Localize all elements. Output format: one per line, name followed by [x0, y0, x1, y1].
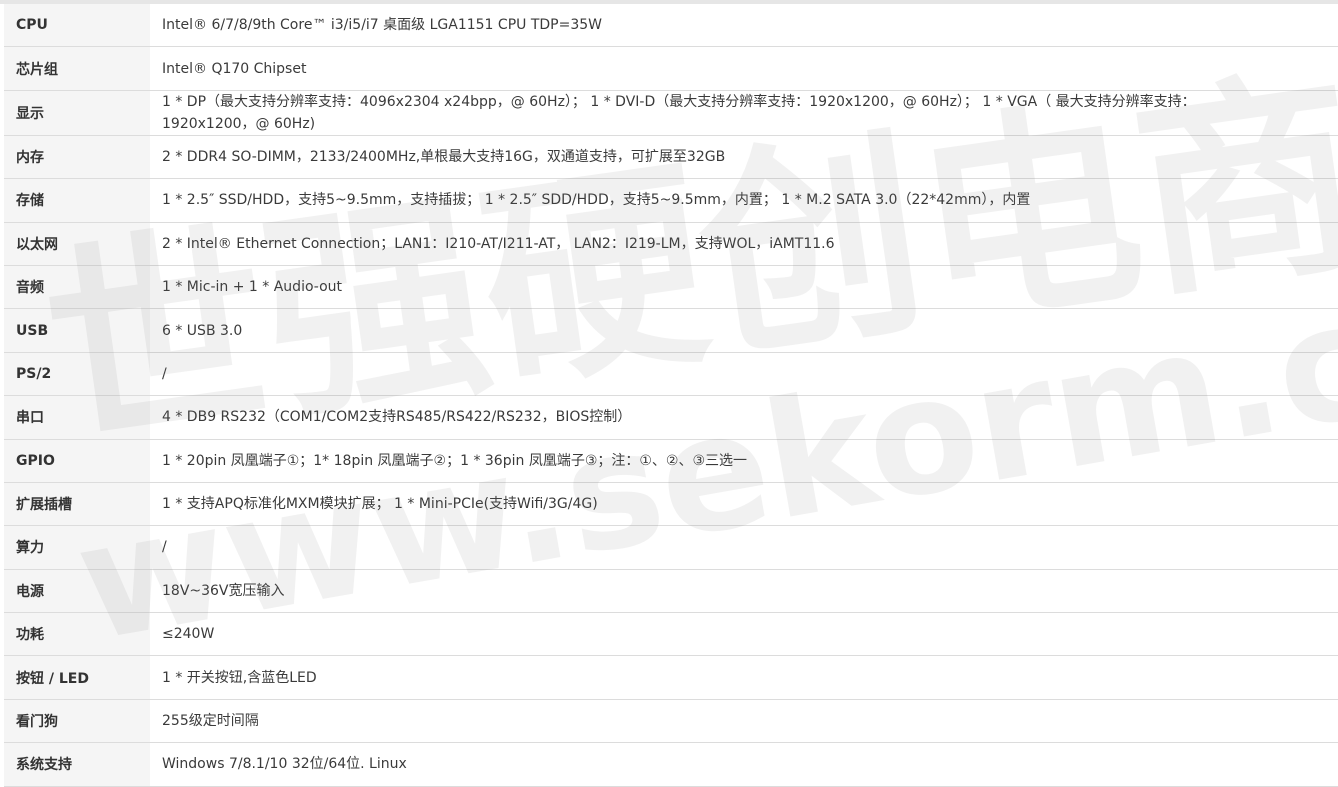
spec-row-consumption: 功耗 ≤240W [4, 612, 1338, 657]
spec-label: 看门狗 [4, 699, 150, 744]
spec-label: 扩展插槽 [4, 482, 150, 527]
spec-row-button-led: 按钮 / LED 1 * 开关按钮,含蓝色LED [4, 655, 1338, 700]
spec-row-memory: 内存 2 * DDR4 SO-DIMM，2133/2400MHz,单根最大支持1… [4, 135, 1338, 180]
spec-value: 2 * Intel® Ethernet Connection；LAN1：I210… [150, 222, 1338, 266]
spec-value: Windows 7/8.1/10 32位/64位. Linux [150, 742, 1338, 787]
spec-value: / [150, 525, 1338, 570]
spec-row-gpio: GPIO 1 * 20pin 凤凰端子①；1* 18pin 凤凰端子②；1 * … [4, 439, 1338, 483]
spec-label: 按钮 / LED [4, 655, 150, 700]
spec-value: 18V~36V宽压输入 [150, 569, 1338, 614]
spec-label: USB [4, 308, 150, 353]
spec-value: 1 * DP（最大支持分辨率支持：4096x2304 x24bpp，@ 60Hz… [150, 90, 1338, 136]
spec-row-usb: USB 6 * USB 3.0 [4, 308, 1338, 353]
spec-value: ≤240W [150, 612, 1338, 657]
spec-label: 串口 [4, 395, 150, 440]
spec-row-os: 系统支持 Windows 7/8.1/10 32位/64位. Linux [4, 742, 1338, 787]
spec-row-ethernet: 以太网 2 * Intel® Ethernet Connection；LAN1：… [4, 222, 1338, 266]
spec-value: 1 * Mic-in + 1 * Audio-out [150, 265, 1338, 310]
spec-row-display: 显示 1 * DP（最大支持分辨率支持：4096x2304 x24bpp，@ 6… [4, 90, 1338, 136]
spec-table: CPU Intel® 6/7/8/9th Core™ i3/i5/i7 桌面级 … [4, 4, 1338, 787]
spec-row-power: 电源 18V~36V宽压输入 [4, 569, 1338, 614]
spec-label: 电源 [4, 569, 150, 614]
spec-label: PS/2 [4, 352, 150, 397]
spec-label: 功耗 [4, 612, 150, 657]
spec-label: 内存 [4, 135, 150, 180]
spec-label: 存储 [4, 178, 150, 223]
spec-value: Intel® 6/7/8/9th Core™ i3/i5/i7 桌面级 LGA1… [150, 4, 1338, 48]
spec-value: 1 * 2.5″ SSD/HDD，支持5~9.5mm，支持插拔； 1 * 2.5… [150, 178, 1338, 223]
spec-value: 255级定时间隔 [150, 699, 1338, 744]
spec-label: 音频 [4, 265, 150, 310]
spec-row-serial: 串口 4 * DB9 RS232（COM1/COM2支持RS485/RS422/… [4, 395, 1338, 440]
spec-value: / [150, 352, 1338, 397]
spec-value: 2 * DDR4 SO-DIMM，2133/2400MHz,单根最大支持16G，… [150, 135, 1338, 180]
spec-value: 1 * 支持APQ标准化MXM模块扩展； 1 * Mini-PCIe(支持Wif… [150, 482, 1338, 527]
spec-row-cpu: CPU Intel® 6/7/8/9th Core™ i3/i5/i7 桌面级 … [4, 4, 1338, 48]
spec-row-chipset: 芯片组 Intel® Q170 Chipset [4, 46, 1338, 91]
spec-label: 算力 [4, 525, 150, 570]
spec-value: 6 * USB 3.0 [150, 308, 1338, 353]
spec-row-watchdog: 看门狗 255级定时间隔 [4, 699, 1338, 744]
spec-value: 1 * 开关按钮,含蓝色LED [150, 655, 1338, 700]
spec-value: 4 * DB9 RS232（COM1/COM2支持RS485/RS422/RS2… [150, 395, 1338, 440]
spec-label: GPIO [4, 439, 150, 483]
spec-label: 以太网 [4, 222, 150, 266]
spec-row-expansion: 扩展插槽 1 * 支持APQ标准化MXM模块扩展； 1 * Mini-PCIe(… [4, 482, 1338, 527]
spec-label: 显示 [4, 90, 150, 136]
spec-row-audio: 音频 1 * Mic-in + 1 * Audio-out [4, 265, 1338, 310]
spec-row-compute: 算力 / [4, 525, 1338, 570]
spec-row-storage: 存储 1 * 2.5″ SSD/HDD，支持5~9.5mm，支持插拔； 1 * … [4, 178, 1338, 223]
spec-label: 系统支持 [4, 742, 150, 787]
spec-value: Intel® Q170 Chipset [150, 46, 1338, 91]
spec-label: CPU [4, 4, 150, 48]
spec-row-ps2: PS/2 / [4, 352, 1338, 397]
spec-value: 1 * 20pin 凤凰端子①；1* 18pin 凤凰端子②；1 * 36pin… [150, 439, 1338, 483]
spec-label: 芯片组 [4, 46, 150, 91]
